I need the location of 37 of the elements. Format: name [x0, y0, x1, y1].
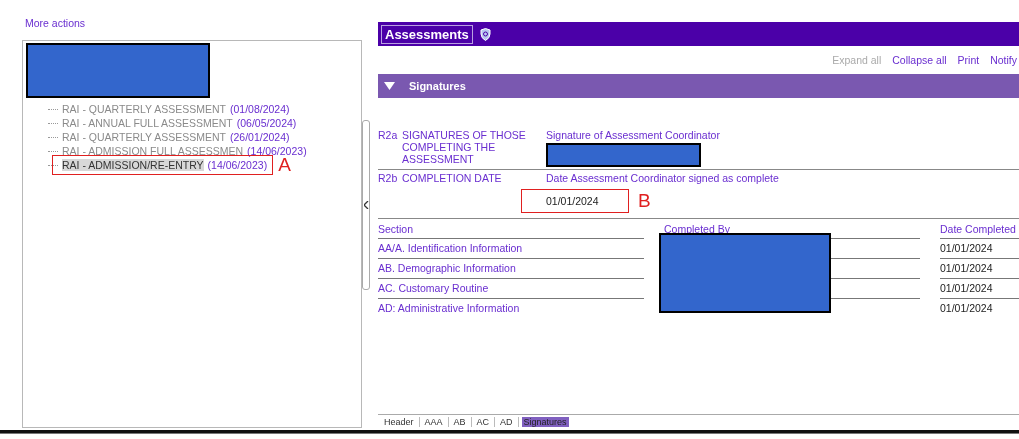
- field-caption: Signature of Assessment Coordinator: [546, 129, 721, 141]
- field-caption: Date Assessment Coordinator signed as complete: [546, 172, 780, 184]
- tab[interactable]: AB: [451, 416, 468, 427]
- item-label: COMPLETION DATE: [402, 172, 503, 186]
- section-link[interactable]: AC. Customary Routine: [378, 278, 644, 298]
- item-code: R2a: [378, 129, 399, 143]
- tree-item[interactable]: RAI - QUARTERLY ASSESSMENT (01/08/2024): [60, 103, 292, 115]
- tree-item[interactable]: RAI - ADMISSION FULL ASSESSMEN (14/06/2023): [60, 145, 309, 157]
- toolbar-link[interactable]: Print: [957, 54, 980, 66]
- shield-icon: [479, 27, 491, 41]
- table-cell: 01/01/2024: [940, 238, 1019, 258]
- tab[interactable]: AC: [474, 416, 492, 427]
- toolbar-link[interactable]: Collapse all: [892, 54, 947, 66]
- toolbar-link[interactable]: Notify: [990, 54, 1017, 66]
- date-value: 01/01/2024: [521, 189, 629, 213]
- column-header: Date Completed: [940, 222, 1017, 237]
- section-link[interactable]: AB. Demographic Information: [378, 258, 644, 278]
- item-label: SIGNATURES OF THOSE COMPLETING THE ASSESSMENT: [402, 129, 527, 167]
- annotation-label: A: [278, 158, 291, 172]
- annotation-label: B: [638, 194, 651, 208]
- caret-icon[interactable]: [384, 82, 395, 90]
- table-cell: 01/01/2024: [940, 278, 1019, 298]
- column-header: Section: [378, 222, 415, 237]
- collapse-icon[interactable]: [363, 201, 369, 209]
- tab[interactable]: Header: [382, 416, 416, 427]
- item-code: R2b: [378, 172, 399, 186]
- table-cell: 01/01/2024: [940, 258, 1019, 278]
- section-link[interactable]: AD: Administrative Information: [378, 298, 644, 318]
- tree-item[interactable]: RAI - QUARTERLY ASSESSMENT (26/01/2024): [60, 131, 292, 143]
- tab[interactable]: AAA: [422, 416, 445, 427]
- section-link[interactable]: AA/A. Identification Information: [378, 238, 644, 258]
- page-title: Assessments: [381, 24, 473, 44]
- section-header[interactable]: Signatures: [378, 74, 1019, 98]
- tab[interactable]: AD: [498, 416, 515, 427]
- tree-item[interactable]: RAI - ANNUAL FULL ASSESSMENT (06/05/2024): [60, 117, 299, 129]
- more-actions-link[interactable]: More actions: [25, 17, 86, 29]
- table-cell: 01/01/2024: [940, 298, 1019, 318]
